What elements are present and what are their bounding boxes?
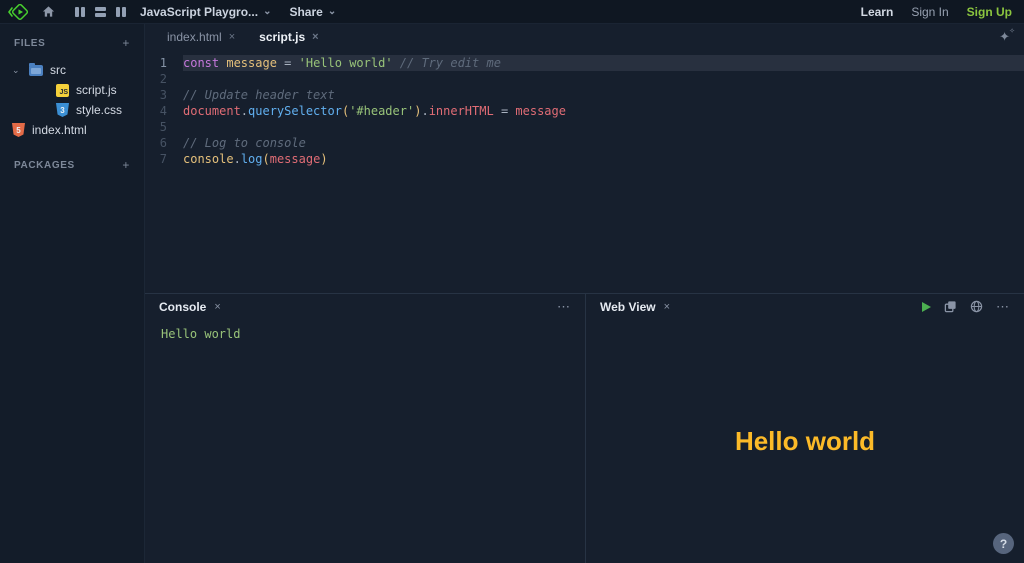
top-bar: JavaScript Playgro... ⌄ Share ⌄ Learn Si… (0, 0, 1024, 24)
code-line[interactable]: 1 const message = 'Hello world' // Try ed… (145, 55, 1024, 71)
add-package-button[interactable]: + (122, 158, 130, 172)
more-options-icon[interactable]: ⋯ (557, 299, 571, 315)
webview-header: Web View × ⋯ (586, 294, 1024, 319)
code-line[interactable]: 7 console.log(message) (145, 151, 1024, 167)
webview-content: Hello world (586, 319, 1024, 563)
share-button[interactable]: Share ⌄ (289, 5, 336, 19)
editor-tab-bar: index.html × script.js × ✦ ✧ (145, 24, 1024, 50)
tree-item-style-css[interactable]: 3 style.css (0, 100, 144, 120)
share-label: Share (289, 4, 323, 19)
line-number: 3 (159, 88, 167, 102)
javascript-file-icon: JS (56, 83, 69, 97)
copy-icon[interactable] (944, 300, 957, 313)
line-number: 7 (159, 152, 167, 166)
folder-label: src (50, 63, 66, 77)
add-file-button[interactable]: + (122, 36, 130, 50)
file-sidebar: FILES + ⌄ src JS script.js 3 style.css 5… (0, 24, 145, 563)
code-line[interactable]: 3// Update header text (145, 87, 1024, 103)
file-label: index.html (32, 123, 87, 137)
app-logo-icon[interactable] (8, 3, 28, 20)
rendered-header-text: Hello world (734, 425, 876, 456)
code-line[interactable]: 5 (145, 119, 1024, 135)
tree-item-script-js[interactable]: JS script.js (0, 80, 144, 100)
code-line[interactable]: 6// Log to console (145, 135, 1024, 151)
project-title-dropdown[interactable]: JavaScript Playgro... ⌄ (140, 5, 271, 19)
layout-columns-icon[interactable] (75, 6, 85, 17)
line-number: 2 (159, 72, 167, 86)
close-icon[interactable]: × (214, 301, 220, 313)
sparkle-format-icon[interactable]: ✦ ✧ (999, 28, 1015, 45)
console-output: Hello world (161, 327, 241, 341)
layout-split-icon[interactable] (116, 6, 126, 17)
chevron-down-icon: ⌄ (12, 64, 20, 75)
file-tree: ⌄ src JS script.js 3 style.css 5 index.h… (0, 60, 144, 140)
console-title: Console (159, 299, 207, 314)
close-icon[interactable]: × (664, 301, 670, 313)
line-number: 6 (159, 136, 167, 150)
webview-title: Web View (600, 299, 656, 314)
files-section-header: FILES + (0, 32, 144, 54)
tree-item-src-folder[interactable]: ⌄ src (0, 60, 144, 80)
file-label: script.js (76, 83, 117, 97)
code-lines[interactable]: 1 const message = 'Hello world' // Try ed… (145, 50, 1024, 293)
tab-script-js[interactable]: script.js × (247, 24, 330, 50)
more-options-icon[interactable]: ⋯ (996, 299, 1010, 315)
layout-rows-icon[interactable] (95, 6, 106, 17)
code-line[interactable]: 4 document.querySelector('#header').inner… (145, 103, 1024, 119)
console-header: Console × ⋯ (145, 294, 585, 319)
line-number: 5 (159, 120, 167, 134)
code-line[interactable]: 2 (145, 71, 1024, 87)
line-number: 4 (159, 104, 167, 118)
console-panel: Console × ⋯ Hello world (145, 294, 585, 563)
tree-item-index-html[interactable]: 5 index.html (0, 120, 144, 140)
packages-section-header: PACKAGES + (0, 154, 144, 176)
close-icon[interactable]: × (229, 31, 235, 43)
close-icon[interactable]: × (312, 31, 318, 43)
files-header-label: FILES (14, 37, 46, 49)
css-file-icon: 3 (56, 103, 69, 117)
folder-icon (29, 62, 43, 76)
tab-index-html[interactable]: index.html × (155, 24, 247, 50)
chevron-down-icon: ⌄ (263, 5, 272, 17)
globe-icon[interactable] (970, 300, 983, 313)
learn-link[interactable]: Learn (861, 5, 894, 19)
sign-in-link[interactable]: Sign In (911, 5, 948, 19)
packages-header-label: PACKAGES (14, 159, 75, 171)
code-editor: index.html × script.js × ✦ ✧ 1 const messa… (145, 24, 1024, 293)
chevron-down-icon: ⌄ (327, 5, 337, 17)
file-label: style.css (76, 103, 123, 117)
tab-label: index.html (167, 30, 222, 44)
html-file-icon: 5 (12, 123, 25, 137)
run-icon[interactable] (922, 301, 931, 312)
project-title: JavaScript Playgro... (140, 4, 259, 19)
webview-panel: Web View × ⋯ Hello world ? (585, 294, 1024, 563)
tab-label: script.js (259, 30, 306, 44)
line-number: 1 (159, 56, 167, 70)
sign-up-link[interactable]: Sign Up (967, 5, 1012, 19)
help-button[interactable]: ? (993, 533, 1014, 554)
home-icon[interactable] (42, 5, 55, 18)
